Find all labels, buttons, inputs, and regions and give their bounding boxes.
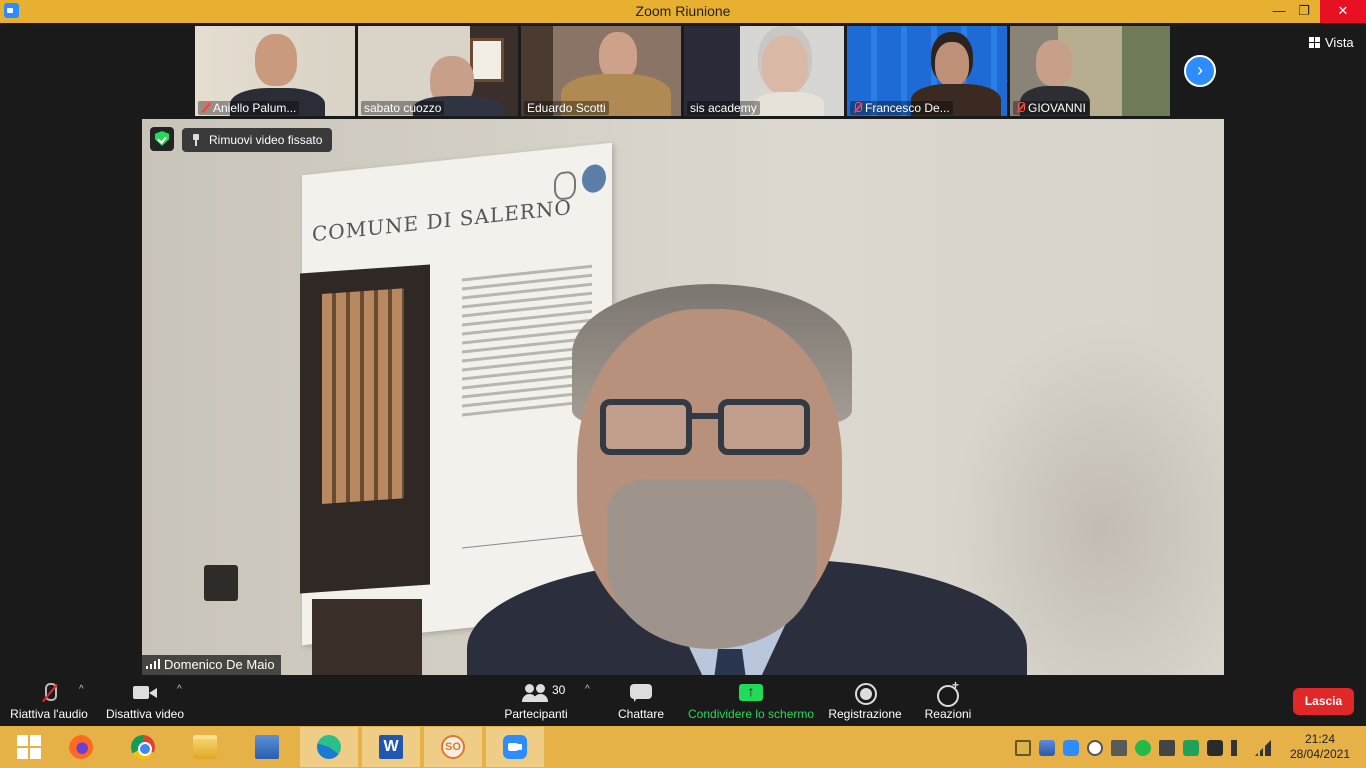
chrome-icon — [131, 735, 155, 759]
participant-name-label: Francesco De... — [850, 101, 953, 115]
glasses — [600, 399, 815, 459]
leave-button[interactable]: Lascia — [1293, 688, 1354, 715]
record-button[interactable]: Registrazione — [828, 675, 902, 726]
participant-thumbnail[interactable]: Eduardo Scotti — [521, 26, 681, 116]
so-icon: SO — [441, 735, 465, 759]
zoom-icon — [503, 735, 527, 759]
view-button[interactable]: Vista — [1309, 35, 1354, 50]
grammarly-tray-icon[interactable] — [1183, 740, 1199, 756]
poster-title: COMUNE DI SALERNO — [312, 194, 572, 247]
chevron-right-icon: › — [1197, 60, 1203, 80]
light-switch — [204, 565, 238, 601]
mic-muted-icon — [1016, 102, 1025, 113]
clock-date: 28/04/2021 — [1289, 747, 1351, 761]
participant-thumbnail[interactable]: Aniello Palum... — [195, 26, 355, 116]
emblem-icon — [582, 163, 606, 194]
clock-time: 21:24 — [1304, 732, 1336, 746]
reactions-icon — [936, 678, 960, 707]
speaker-name-label: Domenico De Maio — [142, 655, 281, 675]
edge-icon — [317, 735, 341, 759]
taskbar-firefox[interactable] — [52, 727, 110, 767]
zoom-tray-icon[interactable] — [1063, 740, 1079, 756]
participants-options-caret[interactable]: ^ — [585, 684, 590, 695]
reactions-button[interactable]: Reazioni — [922, 675, 974, 726]
participant-name-label: Aniello Palum... — [198, 101, 300, 115]
chat-icon — [629, 682, 653, 704]
shield-icon — [155, 131, 169, 146]
taskbar-chrome[interactable] — [114, 727, 172, 767]
participant-name-label: GIOVANNI — [1013, 101, 1089, 115]
mic-muted-icon — [37, 682, 61, 704]
close-button[interactable]: ✕ — [1320, 0, 1366, 23]
lock-tray-icon[interactable] — [1015, 740, 1031, 756]
pin-icon — [192, 134, 200, 146]
clock-tray-icon[interactable] — [1087, 740, 1103, 756]
start-button[interactable] — [0, 727, 58, 767]
check-tray-icon[interactable] — [1135, 740, 1151, 756]
chat-button[interactable]: Chattare — [612, 675, 670, 726]
grid-icon — [1309, 37, 1320, 48]
participants-icon — [522, 682, 546, 704]
participant-name-label: sabato cuozzo — [361, 101, 445, 115]
participant-name-label: Eduardo Scotti — [524, 101, 609, 115]
taskbar-remote-desktop[interactable] — [238, 727, 296, 767]
taskbar-file-explorer[interactable] — [176, 727, 234, 767]
unpin-video-button[interactable]: Rimuovi video fissato — [182, 128, 333, 152]
word-icon: W — [379, 735, 403, 759]
restore-button[interactable]: ❐ — [1287, 0, 1321, 23]
participant-thumbnail[interactable]: sis academy — [684, 26, 844, 116]
camera-icon — [133, 682, 157, 704]
unmute-button[interactable]: Riattiva l'audio — [8, 675, 90, 726]
mic-muted-icon — [201, 102, 210, 113]
participants-count: 30 — [552, 683, 566, 697]
network-tray-icon[interactable] — [1039, 740, 1055, 756]
window-title: Zoom Riunione — [635, 3, 731, 19]
door-lower — [312, 599, 422, 675]
door-frame — [300, 264, 430, 594]
participant-thumbnail[interactable]: sabato cuozzo — [358, 26, 518, 116]
stop-video-button[interactable]: Disattiva video — [104, 675, 186, 726]
participant-name-label: sis academy — [687, 101, 760, 115]
taskbar-clock[interactable]: 21:24 28/04/2021 — [1284, 732, 1356, 762]
cloud-tray-icon[interactable] — [1111, 740, 1127, 756]
folder-icon — [193, 735, 217, 759]
audio-options-caret[interactable]: ^ — [79, 684, 84, 695]
video-options-caret[interactable]: ^ — [177, 684, 182, 695]
next-page-button[interactable]: › — [1184, 55, 1216, 87]
taskbar-so[interactable]: SO — [424, 727, 482, 767]
participant-thumbnail[interactable]: Francesco De... — [847, 26, 1007, 116]
meeting-area: Aniello Palum... sabato cuozzo Eduardo S… — [0, 23, 1366, 726]
crest-icon — [554, 170, 576, 201]
poster-sketch — [462, 505, 582, 549]
signal-bars-icon — [146, 659, 160, 669]
firefox-icon — [69, 735, 93, 759]
meeting-controls: Riattiva l'audio ^ Disattiva video ^ 30 … — [0, 675, 1366, 726]
participant-thumbnail[interactable]: GIOVANNI — [1010, 26, 1170, 116]
battery-tray-icon[interactable] — [1159, 740, 1175, 756]
title-bar: Zoom Riunione — ❐ ✕ — [0, 0, 1366, 23]
download-tray-icon[interactable] — [1207, 740, 1223, 756]
volume-icon[interactable] — [1231, 740, 1247, 756]
encryption-status[interactable] — [150, 127, 174, 151]
taskbar-word[interactable]: W — [362, 727, 420, 767]
record-icon — [853, 682, 877, 705]
mic-muted-icon — [853, 102, 862, 113]
signal-icon[interactable] — [1255, 740, 1271, 756]
taskbar: W SO 21:24 28/04/2021 — [0, 726, 1366, 768]
windows-icon — [17, 735, 41, 759]
share-screen-button[interactable]: Condividere lo schermo — [688, 675, 814, 726]
participants-button[interactable]: 30 Partecipanti — [500, 675, 572, 726]
taskbar-edge[interactable] — [300, 727, 358, 767]
share-screen-icon — [739, 682, 763, 704]
main-video[interactable]: COMUNE DI SALERNO — [142, 119, 1224, 675]
remote-desktop-icon — [255, 735, 279, 759]
taskbar-zoom[interactable] — [486, 727, 544, 767]
